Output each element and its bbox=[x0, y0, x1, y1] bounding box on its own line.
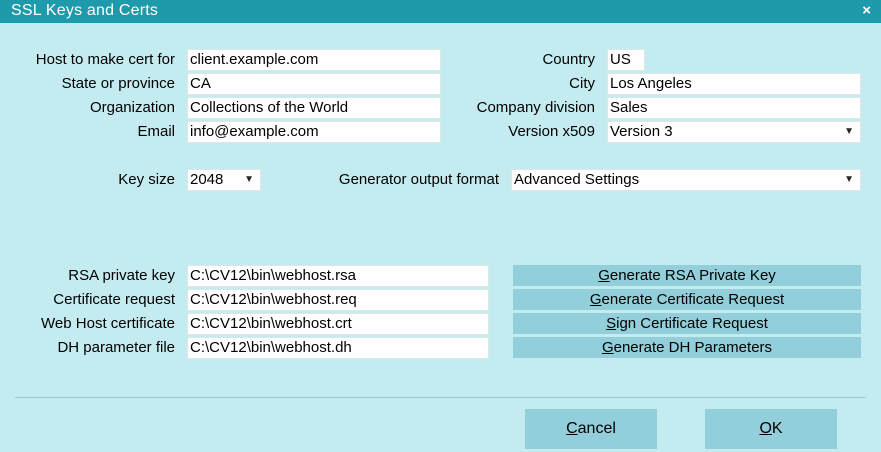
city-input[interactable]: Los Angeles bbox=[607, 73, 861, 95]
state-label: State or province bbox=[61, 75, 175, 92]
keysize-select[interactable]: 2048 ▼ bbox=[187, 169, 261, 191]
country-input[interactable]: US bbox=[607, 49, 645, 71]
rsa-label: RSA private key bbox=[68, 267, 175, 284]
window-title: SSL Keys and Certs bbox=[11, 2, 159, 19]
chevron-down-icon[interactable]: ▼ bbox=[844, 170, 854, 190]
title-bar: SSL Keys and Certs × bbox=[0, 0, 881, 23]
mnemonic: G bbox=[589, 291, 602, 308]
button-label: enerate Certificate Request bbox=[601, 291, 785, 308]
genformat-label: Generator output format bbox=[338, 171, 499, 188]
close-icon[interactable]: × bbox=[862, 2, 871, 20]
rsa-path-input[interactable]: C:\CV12\bin\webhost.rsa bbox=[187, 265, 489, 287]
req-label: Certificate request bbox=[53, 291, 175, 308]
mnemonic: O bbox=[759, 420, 772, 437]
country-label: Country bbox=[542, 51, 595, 68]
host-input[interactable]: client.example.com bbox=[187, 49, 441, 71]
req-path-input[interactable]: C:\CV12\bin\webhost.req bbox=[187, 289, 489, 311]
version-label: Version x509 bbox=[508, 123, 595, 140]
city-label: City bbox=[569, 75, 595, 92]
sign-request-button[interactable]: Sign Certificate Request bbox=[513, 313, 861, 334]
generate-rsa-button[interactable]: Generate RSA Private Key bbox=[513, 265, 861, 286]
division-label: Company division bbox=[476, 99, 595, 116]
button-label: K bbox=[771, 420, 783, 437]
mnemonic: C bbox=[566, 420, 578, 437]
mnemonic: S bbox=[606, 315, 617, 332]
ok-button[interactable]: OK bbox=[705, 409, 837, 449]
genformat-select[interactable]: Advanced Settings ▼ bbox=[511, 169, 861, 191]
crt-path-input[interactable]: C:\CV12\bin\webhost.crt bbox=[187, 313, 489, 335]
keysize-label: Key size bbox=[118, 171, 175, 188]
email-input[interactable]: info@example.com bbox=[187, 121, 441, 143]
button-label: ign Certificate Request bbox=[616, 315, 768, 332]
email-label: Email bbox=[137, 123, 175, 140]
version-select[interactable]: Version 3 ▼ bbox=[607, 121, 861, 143]
button-label: enerate RSA Private Key bbox=[609, 267, 776, 284]
chevron-down-icon[interactable]: ▼ bbox=[244, 170, 254, 190]
button-label: ancel bbox=[577, 420, 616, 437]
cancel-button[interactable]: Cancel bbox=[525, 409, 657, 449]
organization-label: Organization bbox=[89, 99, 175, 116]
mnemonic: G bbox=[598, 267, 610, 284]
host-label: Host to make cert for bbox=[35, 51, 175, 68]
division-input[interactable]: Sales bbox=[607, 97, 861, 119]
version-value: Version 3 bbox=[610, 123, 673, 140]
generate-request-button[interactable]: Generate Certificate Request bbox=[513, 289, 861, 310]
divider bbox=[15, 397, 866, 398]
button-label: enerate DH Parameters bbox=[613, 339, 773, 356]
dh-path-input[interactable]: C:\CV12\bin\webhost.dh bbox=[187, 337, 489, 359]
mnemonic: G bbox=[601, 339, 614, 356]
generate-dh-button[interactable]: Generate DH Parameters bbox=[513, 337, 861, 358]
organization-input[interactable]: Collections of the World bbox=[187, 97, 441, 119]
crt-label: Web Host certificate bbox=[41, 315, 175, 332]
state-input[interactable]: CA bbox=[187, 73, 441, 95]
keysize-value: 2048 bbox=[190, 171, 224, 188]
genformat-value: Advanced Settings bbox=[514, 171, 640, 188]
dh-label: DH parameter file bbox=[57, 339, 175, 356]
chevron-down-icon[interactable]: ▼ bbox=[844, 122, 854, 142]
